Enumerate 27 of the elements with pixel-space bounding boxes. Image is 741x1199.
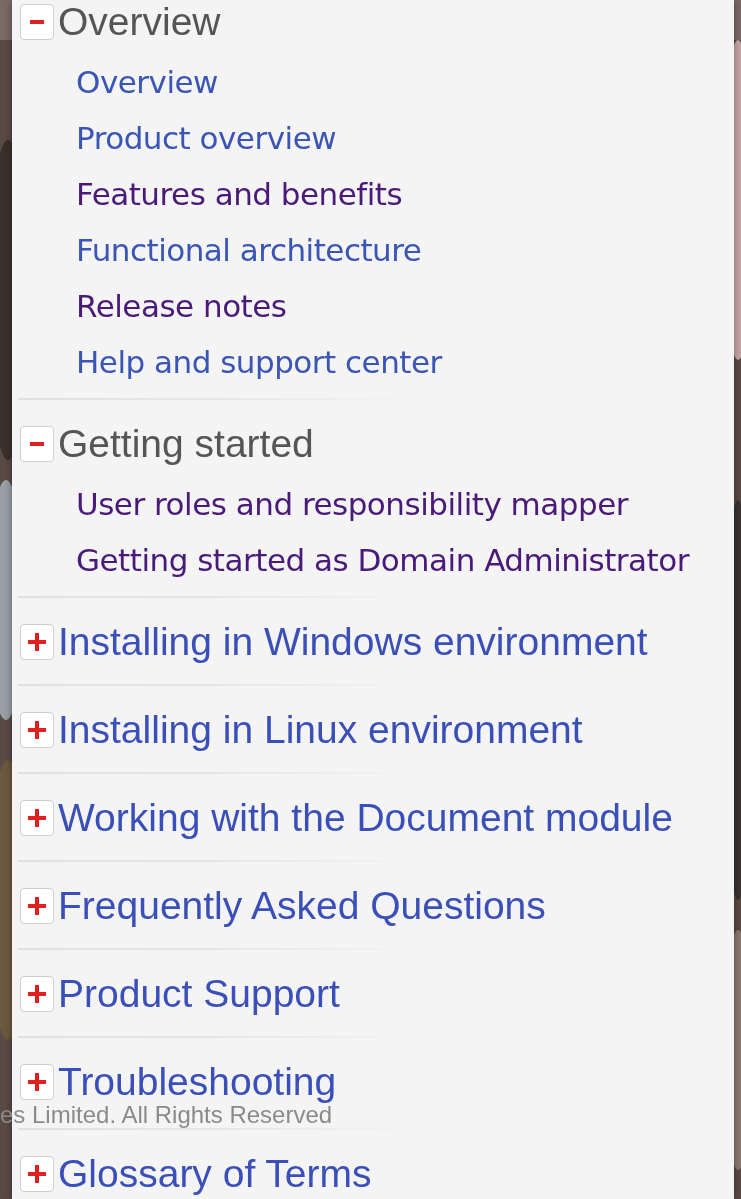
plus-icon — [28, 1165, 46, 1183]
expand-toggle[interactable] — [20, 888, 54, 924]
expand-toggle[interactable] — [20, 800, 54, 836]
expand-toggle[interactable] — [20, 1156, 54, 1192]
topic-link[interactable]: Features and benefits — [76, 166, 734, 222]
topic-link[interactable]: Functional architecture — [76, 222, 734, 278]
minus-icon — [30, 442, 44, 446]
plus-icon — [28, 809, 46, 827]
topic-link[interactable]: Getting started as Domain Administrator — [76, 532, 734, 588]
plus-icon — [28, 721, 46, 739]
topic-link[interactable]: User roles and responsibility mapper — [76, 476, 734, 532]
expand-toggle[interactable] — [20, 426, 54, 462]
topic-link[interactable]: Help and support center — [76, 334, 734, 390]
expand-toggle[interactable] — [20, 1064, 54, 1100]
topic-link[interactable]: Product overview — [76, 110, 734, 166]
minus-icon — [30, 20, 44, 24]
topic-link[interactable]: Overview — [76, 54, 734, 110]
expand-toggle[interactable] — [20, 624, 54, 660]
topic-link[interactable]: Release notes — [76, 278, 734, 334]
plus-icon — [28, 985, 46, 1003]
expand-toggle[interactable] — [20, 976, 54, 1012]
plus-icon — [28, 633, 46, 651]
plus-icon — [28, 897, 46, 915]
section-title[interactable]: Overview — [58, 4, 221, 40]
expand-toggle[interactable] — [20, 4, 54, 40]
expand-toggle[interactable] — [20, 712, 54, 748]
plus-icon — [28, 1073, 46, 1091]
